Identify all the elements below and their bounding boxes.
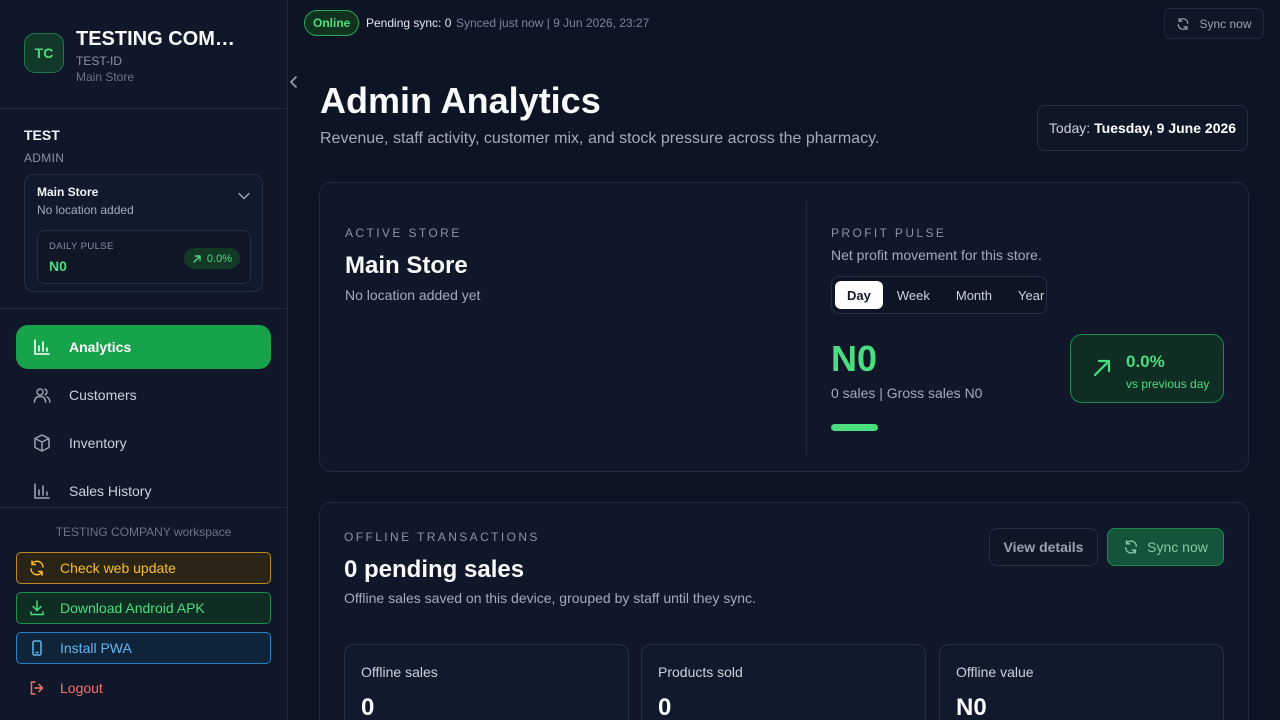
box-icon [32,433,52,453]
logout-button[interactable]: Logout [16,672,271,704]
company-id: TEST-ID [76,54,123,68]
check-web-update-button[interactable]: Check web update [16,552,271,584]
sync-now-label: Sync now [1147,539,1208,555]
sidebar-item-analytics[interactable]: Analytics [16,325,271,369]
period-month-button[interactable]: Month [944,281,1004,309]
sync-now-button[interactable]: Sync now [1107,528,1224,566]
active-store-eyebrow: ACTIVE STORE [345,226,462,240]
install-pwa-button[interactable]: Install PWA [16,632,271,664]
last-synced-text: Synced just now | 9 Jun 2026, 23:27 [456,16,650,30]
period-week-button[interactable]: Week [885,281,942,309]
sync-now-top-button[interactable]: Sync now [1164,8,1264,39]
period-year-button[interactable]: Year [1006,281,1056,309]
offline-eyebrow: OFFLINE TRANSACTIONS [344,530,540,544]
profit-pulse-description: Net profit movement for this store. [831,247,1042,263]
download-apk-button[interactable]: Download Android APK [16,592,271,624]
active-store-name: Main Store [345,252,468,279]
offline-value-stat: Offline value N0 [939,644,1224,720]
divider [0,308,287,309]
stat-value: 0 [658,694,672,720]
chevron-left-icon [290,76,297,88]
sidebar-item-customers[interactable]: Customers [16,373,271,417]
sidebar-item-label: Analytics [69,339,132,355]
today-date: Tuesday, 9 June 2026 [1094,120,1237,136]
sidebar-item-label: Customers [69,387,137,403]
store-overview-panel: ACTIVE STORE Main Store No location adde… [319,182,1249,472]
company-name: TESTING COMPANY [76,28,246,50]
logout-icon [30,681,44,695]
logout-label: Logout [60,680,103,696]
daily-pulse-label: DAILY PULSE [49,241,114,252]
arrow-up-right-icon [193,254,201,263]
sidebar-nav: Analytics Customers Inventory Sales Hist… [16,325,271,517]
check-web-update-label: Check web update [60,560,176,576]
profit-change-value: 0.0% [1126,352,1165,371]
stat-value: N0 [956,694,987,720]
stat-label: Offline value [956,664,1034,680]
profit-change-note: vs previous day [1126,377,1210,391]
store-selector-name: Main Store [37,185,99,199]
sidebar-item-inventory[interactable]: Inventory [16,421,271,465]
period-day-button[interactable]: Day [835,281,883,309]
today-date-box: Today: Tuesday, 9 June 2026 [1037,105,1248,151]
arrow-up-right-icon [1093,359,1111,377]
divider [0,108,287,109]
refresh-icon [30,560,44,576]
connection-status-badge: Online [304,10,360,36]
offline-description: Offline sales saved on this device, grou… [344,590,756,606]
profit-summary: 0 sales | Gross sales N0 [831,385,983,401]
stat-value: 0 [361,694,375,720]
offline-sales-stat: Offline sales 0 [344,644,629,720]
profit-pulse-eyebrow: PROFIT PULSE [831,226,947,240]
profit-change-card: 0.0% vs previous day [1070,334,1224,403]
view-details-button[interactable]: View details [989,528,1098,566]
divider [0,507,287,508]
brand-store: Main Store [76,70,135,84]
today-prefix: Today: [1048,120,1091,136]
sync-now-top-label: Sync now [1199,16,1252,31]
period-selector: Day Week Month Year [831,276,1047,314]
brand-logo: TC [24,33,64,73]
stat-label: Offline sales [361,664,438,680]
download-icon [30,600,44,616]
workspace-label: TESTING COMPANY workspace [55,525,232,539]
pending-sync-count: Pending sync: 0 [366,16,452,30]
sidebar-item-label: Sales History [69,483,152,499]
daily-pulse-change: 0.0% [183,248,240,269]
chevron-down-icon [238,187,250,205]
daily-pulse-card: DAILY PULSE N0 0.0% [37,230,251,284]
collapse-sidebar-button[interactable] [284,72,304,92]
user-role: ADMIN [24,151,65,165]
sidebar-item-label: Inventory [69,435,127,451]
page-title: Admin Analytics [320,80,601,121]
daily-pulse-value: N0 [49,258,67,274]
smartphone-icon [32,640,42,656]
users-icon [32,385,52,405]
user-name: TEST [24,127,60,143]
daily-pulse-change-value: 0.0% [206,252,232,265]
chart-bar-icon [32,481,52,501]
refresh-icon [1125,540,1138,554]
divider [806,201,807,455]
offline-title: 0 pending sales [344,556,525,583]
net-profit-value: N0 [831,338,878,379]
sidebar: TC TESTING COMPANY TEST-ID Main Store TE… [0,0,297,720]
refresh-icon [1178,17,1189,30]
profit-progress-bar [831,424,878,431]
page-subtitle: Revenue, staff activity, customer mix, a… [320,130,880,147]
download-apk-label: Download Android APK [60,600,205,616]
products-sold-stat: Products sold 0 [641,644,926,720]
top-bar: Online Pending sync: 0 Synced just now |… [288,0,1280,46]
stat-label: Products sold [658,664,743,680]
offline-transactions-panel: OFFLINE TRANSACTIONS 0 pending sales Off… [319,502,1249,720]
active-store-location: No location added yet [345,287,481,303]
store-selector-location: No location added [37,203,134,217]
install-pwa-label: Install PWA [60,640,132,656]
chart-bar-icon [32,337,52,357]
store-selector[interactable]: Main Store No location added DAILY PULSE… [24,174,263,292]
brand: TC TESTING COMPANY TEST-ID Main Store [24,28,297,88]
